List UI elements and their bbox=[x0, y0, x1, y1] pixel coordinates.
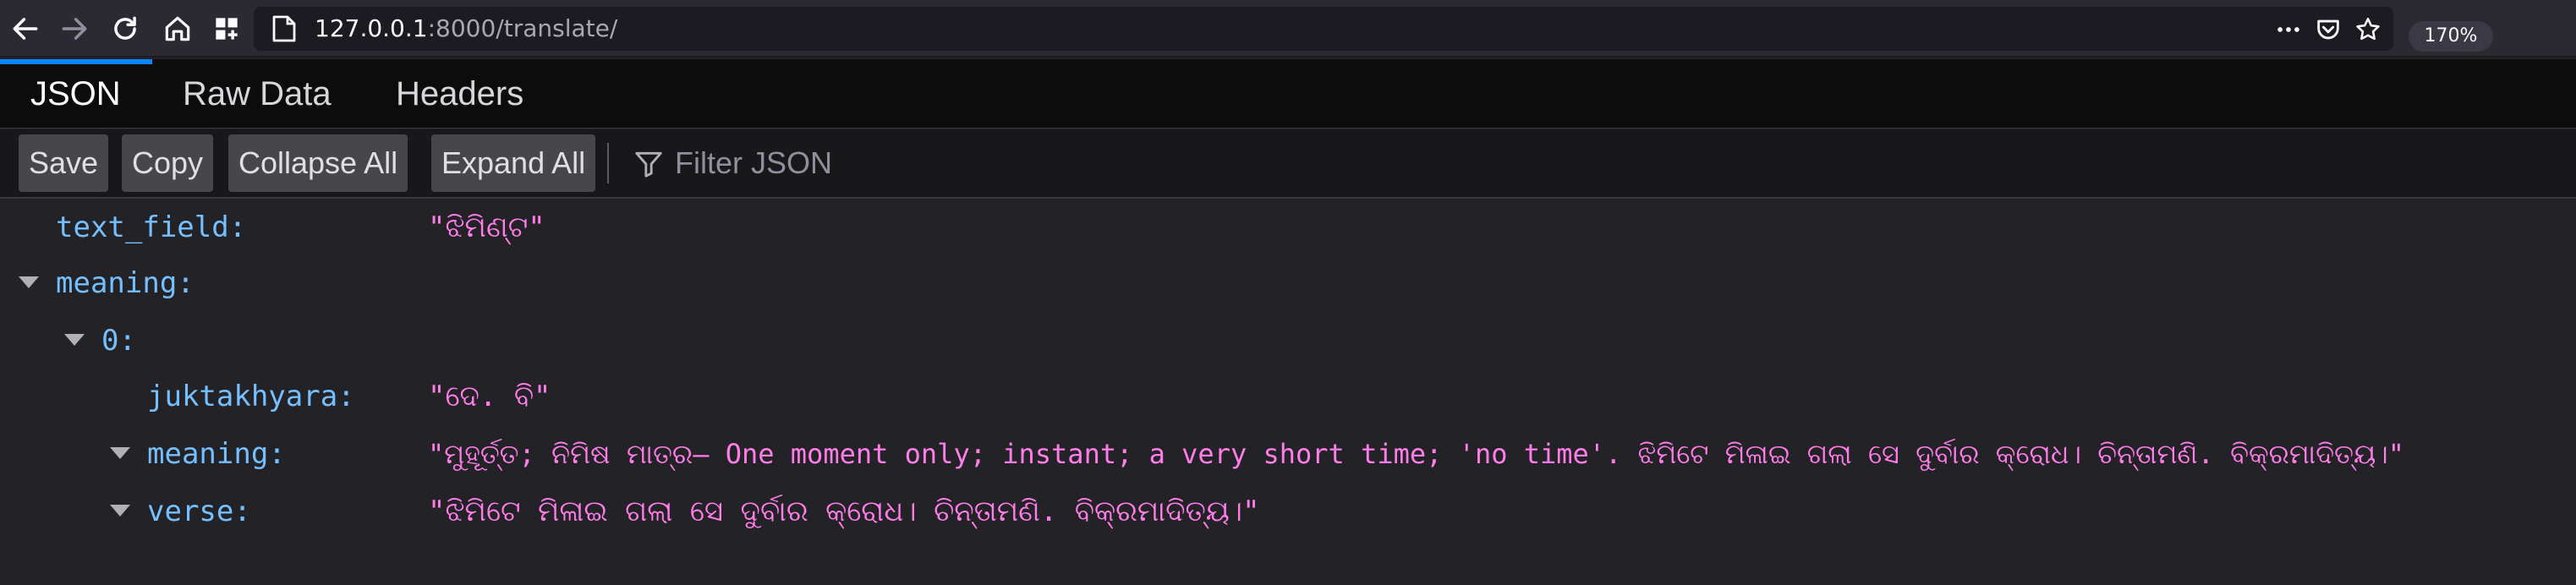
twisty-icon[interactable] bbox=[64, 334, 85, 346]
home-button[interactable] bbox=[156, 7, 200, 51]
copy-button[interactable]: Copy bbox=[122, 134, 214, 192]
tree-row-juktakhyara[interactable]: juktakhyara: "ଦେ. ବି" bbox=[0, 369, 2576, 425]
forward-button[interactable] bbox=[52, 7, 96, 51]
url-text: 127.0.0.1:8000/translate/ bbox=[315, 14, 617, 44]
json-key: 0: bbox=[101, 324, 136, 358]
tree-row-verse[interactable]: verse: "ଝିମିଟେ ମିଳାଇ ଗଲା ସେ ଦୁର୍ବାର କ୍ରୋ… bbox=[0, 484, 2576, 540]
forward-arrow-icon bbox=[62, 18, 87, 40]
expand-all-button[interactable]: Expand All bbox=[431, 134, 596, 192]
viewer-tabs: JSON Raw Data Headers bbox=[0, 59, 2576, 128]
extensions-button[interactable] bbox=[205, 7, 249, 51]
tab-headers[interactable]: Headers bbox=[365, 59, 554, 128]
address-bar[interactable]: 127.0.0.1:8000/translate/ 170% bbox=[254, 7, 2493, 52]
json-key: juktakhyara: bbox=[147, 380, 355, 413]
toolbar-divider bbox=[607, 143, 609, 183]
zoom-level-badge[interactable]: 170% bbox=[2409, 21, 2493, 52]
json-key: meaning: bbox=[56, 266, 195, 300]
home-icon bbox=[165, 16, 190, 41]
tree-row-item-0[interactable]: 0: bbox=[0, 314, 2576, 369]
extensions-icon bbox=[216, 18, 238, 40]
pocket-button[interactable] bbox=[2311, 14, 2345, 46]
url-host: 127.0.0.1 bbox=[315, 14, 428, 42]
tab-json[interactable]: JSON bbox=[0, 59, 151, 128]
tab-raw-data[interactable]: Raw Data bbox=[152, 59, 362, 128]
bookmark-button[interactable] bbox=[2351, 14, 2385, 46]
collapse-all-button[interactable]: Collapse All bbox=[228, 134, 408, 192]
twisty-icon[interactable] bbox=[110, 447, 130, 459]
back-button[interactable] bbox=[3, 7, 47, 51]
reload-button[interactable] bbox=[103, 7, 147, 51]
back-arrow-icon bbox=[13, 18, 38, 40]
filter-json-input[interactable] bbox=[675, 139, 1351, 187]
reload-icon bbox=[114, 16, 136, 40]
json-string-value: "ଝିମିଟେ ମିଳାଇ ଗଲା ସେ ଦୁର୍ବାର କ୍ରୋଧ। ଚିନ୍… bbox=[428, 495, 1260, 528]
json-string-value: "ଝିମିଣ୍ଟ" bbox=[428, 210, 545, 244]
page-icon bbox=[272, 15, 296, 42]
bookmark-star-icon bbox=[2356, 17, 2380, 41]
json-toolbar: Save Copy Collapse All Expand All bbox=[0, 129, 2576, 199]
browser-toolbar: 127.0.0.1:8000/translate/ 170% bbox=[0, 0, 2576, 57]
pocket-icon bbox=[2317, 19, 2339, 40]
tree-row-meaning[interactable]: meaning: bbox=[0, 256, 2576, 312]
json-key: verse: bbox=[147, 495, 251, 528]
tree-row-meaning-inner[interactable]: meaning: "ମୁହୂର୍ତ୍ତ; ନିମିଷ ମାତ୍ର— One mo… bbox=[0, 427, 2576, 483]
json-key: meaning: bbox=[147, 437, 286, 471]
more-icon bbox=[2277, 27, 2299, 32]
json-key: text_field: bbox=[56, 210, 247, 244]
json-string-value: "ମୁହୂର୍ତ୍ତ; ନିମିଷ ମାତ୍ର— One moment only… bbox=[428, 438, 2405, 470]
filter-icon bbox=[635, 151, 662, 178]
json-tree: text_field: "ଝିମିଣ୍ଟ" meaning: 0: juktak… bbox=[0, 200, 2576, 585]
more-button[interactable] bbox=[2272, 14, 2305, 46]
twisty-icon[interactable] bbox=[110, 505, 130, 517]
url-path: :8000/translate/ bbox=[427, 14, 618, 42]
tree-row-text-field[interactable]: text_field: "ଝିମିଣ୍ଟ" bbox=[0, 200, 2576, 256]
twisty-icon[interactable] bbox=[19, 276, 39, 288]
save-button[interactable]: Save bbox=[19, 134, 109, 192]
json-string-value: "ଦେ. ବି" bbox=[428, 380, 551, 413]
